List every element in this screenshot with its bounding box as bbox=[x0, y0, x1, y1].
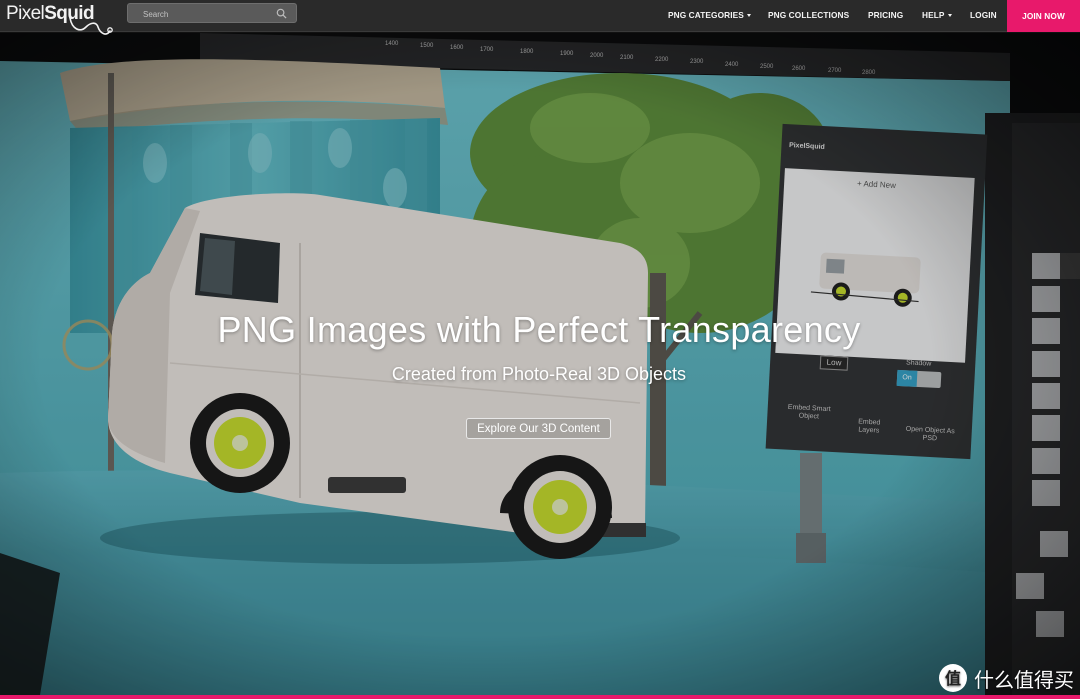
nav-png-categories-label: PNG CATEGORIES bbox=[668, 10, 744, 20]
join-now-button[interactable]: JOIN NOW bbox=[1007, 0, 1080, 32]
top-navigation-bar: PixelSquid PNG CATEGORIES PNG COLLECTION… bbox=[0, 0, 1080, 35]
nav-png-categories[interactable]: PNG CATEGORIES bbox=[668, 10, 751, 20]
search-icon[interactable] bbox=[276, 8, 287, 19]
hero-title: PNG Images with Perfect Transparency bbox=[217, 309, 861, 350]
caret-down-icon bbox=[947, 14, 952, 17]
pixelsquid-logo[interactable]: Pixel Squid bbox=[6, 1, 113, 35]
nav-login-label: LOGIN bbox=[970, 10, 997, 20]
search-box bbox=[127, 3, 297, 24]
nav-png-collections-label: PNG COLLECTIONS bbox=[768, 10, 850, 20]
hero-subtitle: Created from Photo-Real 3D Objects bbox=[391, 364, 687, 384]
watermark-text: 什么值得买 bbox=[974, 667, 1074, 692]
nav-png-collections[interactable]: PNG COLLECTIONS bbox=[768, 10, 849, 20]
squid-tentacle-icon bbox=[69, 17, 113, 35]
watermark: 值 什么值得买 bbox=[938, 663, 1074, 693]
nav-help-label: HELP bbox=[922, 10, 945, 20]
nav-help[interactable]: HELP bbox=[922, 10, 952, 20]
explore-3d-content-button[interactable]: Explore Our 3D Content bbox=[466, 418, 611, 439]
hero-banner: 1400 1500 1600 1700 1800 1900 2000 2100 … bbox=[0, 33, 1080, 695]
nav-pricing-label: PRICING bbox=[868, 10, 904, 20]
bottom-accent-bar bbox=[0, 695, 1080, 699]
caret-down-icon bbox=[746, 14, 751, 17]
logo-text-pixel: Pixel bbox=[6, 3, 45, 24]
smzdm-logo-icon: 值 bbox=[939, 664, 967, 692]
svg-text:值: 值 bbox=[945, 669, 961, 688]
nav-pricing[interactable]: PRICING bbox=[868, 10, 903, 20]
search-input[interactable] bbox=[128, 5, 296, 24]
nav-login[interactable]: LOGIN bbox=[970, 10, 997, 20]
